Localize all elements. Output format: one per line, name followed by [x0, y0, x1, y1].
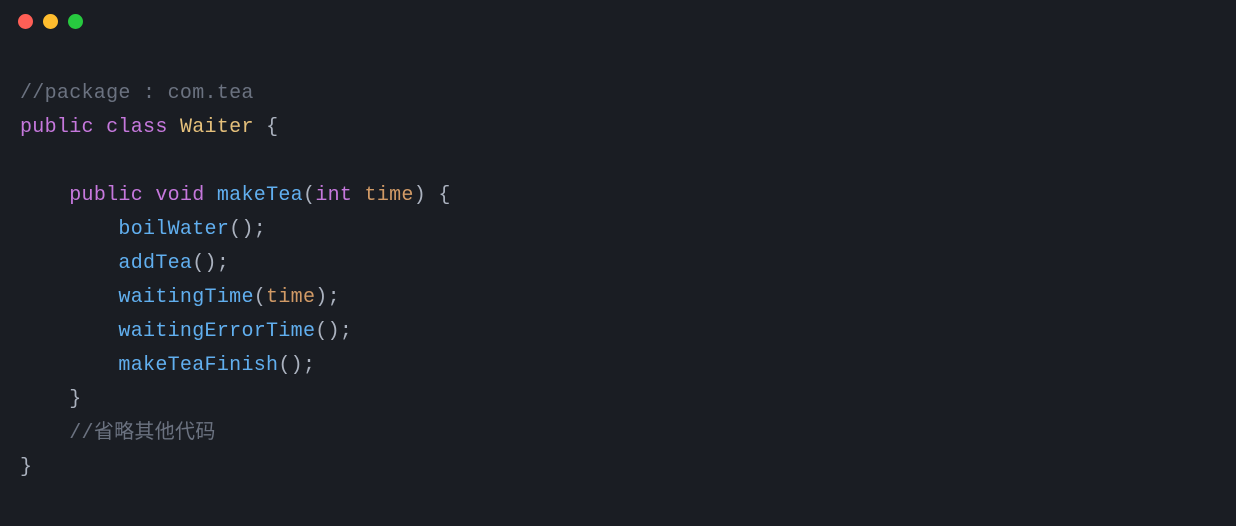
comment-text: //package : com.tea: [20, 82, 254, 105]
code-line: waitingErrorTime();: [20, 315, 1216, 349]
code-line: //省略其他代码: [20, 417, 1216, 451]
paren-text: (: [254, 286, 266, 309]
close-icon[interactable]: [18, 14, 33, 29]
code-line: }: [20, 451, 1216, 485]
method-call: waitingTime: [118, 286, 253, 309]
paren-text: );: [315, 286, 340, 309]
paren-text: (: [303, 184, 315, 207]
brace-text: }: [20, 456, 32, 479]
parens-text: ();: [278, 354, 315, 377]
brace-text: {: [426, 184, 451, 207]
keyword-void: void: [155, 184, 204, 207]
code-line: boilWater();: [20, 213, 1216, 247]
code-line: waitingTime(time);: [20, 281, 1216, 315]
keyword-public: public: [20, 116, 94, 139]
titlebar: [0, 0, 1236, 37]
param-name-text: time: [365, 184, 414, 207]
brace-text: }: [69, 388, 81, 411]
code-line: makeTeaFinish();: [20, 349, 1216, 383]
method-call: makeTeaFinish: [118, 354, 278, 377]
code-line: [20, 145, 1216, 179]
code-line: //package : com.tea: [20, 77, 1216, 111]
parens-text: ();: [229, 218, 266, 241]
arg-text: time: [266, 286, 315, 309]
code-line: public void makeTea(int time) {: [20, 179, 1216, 213]
method-name: makeTea: [217, 184, 303, 207]
method-call: boilWater: [118, 218, 229, 241]
code-line: }: [20, 383, 1216, 417]
brace-text: {: [254, 116, 279, 139]
parens-text: ();: [192, 252, 229, 275]
code-editor[interactable]: //package : com.tea public class Waiter …: [0, 37, 1236, 505]
method-call: waitingErrorTime: [118, 320, 315, 343]
code-line: addTea();: [20, 247, 1216, 281]
minimize-icon[interactable]: [43, 14, 58, 29]
paren-text: ): [414, 184, 426, 207]
keyword-public: public: [69, 184, 143, 207]
keyword-class: class: [106, 116, 168, 139]
code-window: //package : com.tea public class Waiter …: [0, 0, 1236, 526]
code-line: public class Waiter {: [20, 111, 1216, 145]
comment-text: //省略其他代码: [69, 422, 215, 445]
parens-text: ();: [315, 320, 352, 343]
method-call: addTea: [118, 252, 192, 275]
param-type-text: int: [315, 184, 352, 207]
classname-text: Waiter: [180, 116, 254, 139]
maximize-icon[interactable]: [68, 14, 83, 29]
